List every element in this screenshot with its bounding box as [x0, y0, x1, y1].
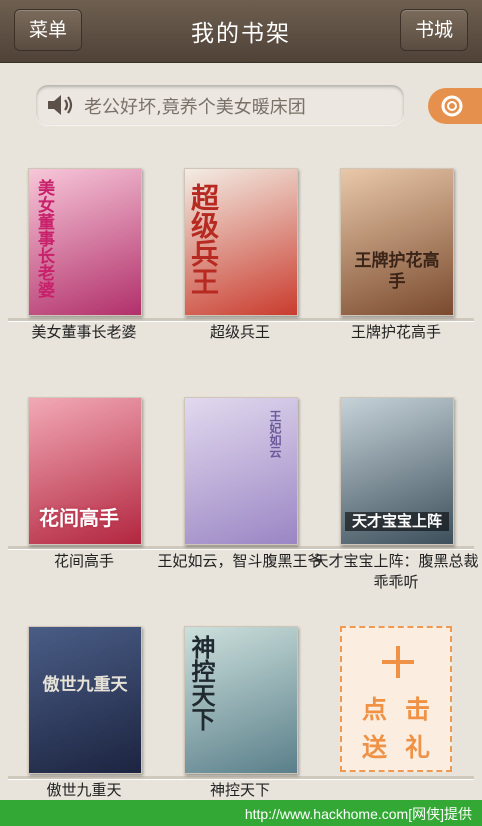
book-title: 超级兵王 — [209, 323, 270, 341]
book-cover[interactable]: 天才宝宝上阵 — [340, 397, 454, 545]
add-card-line2: 送礼 — [361, 733, 448, 762]
cover-title: 天才宝宝上阵 — [345, 512, 449, 531]
search-bar[interactable]: 老公好坏,竟养个美女暖床团 — [36, 85, 404, 125]
shelf-divider — [8, 546, 474, 549]
footer-watermark: http://www.hackhome.com[网侠]提供 — [244, 806, 472, 822]
shelf-divider — [8, 776, 474, 779]
search-button[interactable] — [428, 88, 482, 124]
cover-title: 美女董事长老婆 — [34, 179, 54, 298]
speaker-icon — [48, 95, 73, 115]
book-cover[interactable]: 美女董事长老婆 — [28, 168, 142, 316]
shelf-divider — [8, 318, 474, 321]
cover-title: 傲世九重天 — [42, 675, 128, 695]
cover-title: 超级兵王 — [187, 183, 220, 295]
book-title: 花间高手 — [53, 552, 114, 570]
top-bar: 菜单 我的书架 书城 — [0, 0, 482, 63]
book-title: 王妃如云，智斗腹黑王爷 — [157, 552, 323, 570]
book-cover[interactable]: 王牌护花高手 — [340, 168, 454, 316]
book-title: 王牌护花高手 — [350, 323, 441, 341]
footer-bar: http://www.hackhome.com[网侠]提供 — [0, 800, 482, 826]
announcement-text: 老公好坏,竟养个美女暖床团 — [84, 97, 306, 118]
cover-title: 神控天下 — [187, 635, 216, 731]
book-cover[interactable]: 花间高手 — [28, 397, 142, 545]
book-cover[interactable]: 神控天下 — [184, 626, 298, 774]
add-card-line1: 点击 — [361, 695, 448, 724]
book-title: 天才宝宝上阵：腹黑总裁乖乖听 — [313, 552, 479, 591]
plus-icon — [382, 646, 414, 678]
book-cover[interactable]: 傲世九重天 — [28, 626, 142, 774]
cover-title: 王妃如云 — [268, 410, 282, 458]
book-title: 神控天下 — [209, 781, 270, 799]
add-book-card[interactable]: 点击 送礼 — [340, 626, 452, 772]
bookstore-button[interactable]: 书城 — [400, 9, 468, 51]
book-title: 美女董事长老婆 — [31, 323, 137, 341]
cover-title: 花间高手 — [39, 506, 119, 530]
book-cover[interactable]: 超级兵王 — [184, 168, 298, 316]
search-icon — [441, 95, 463, 117]
book-cover[interactable]: 王妃如云 — [184, 397, 298, 545]
cover-title: 王牌护花高手 — [354, 251, 440, 293]
book-title: 傲世九重天 — [46, 781, 122, 799]
